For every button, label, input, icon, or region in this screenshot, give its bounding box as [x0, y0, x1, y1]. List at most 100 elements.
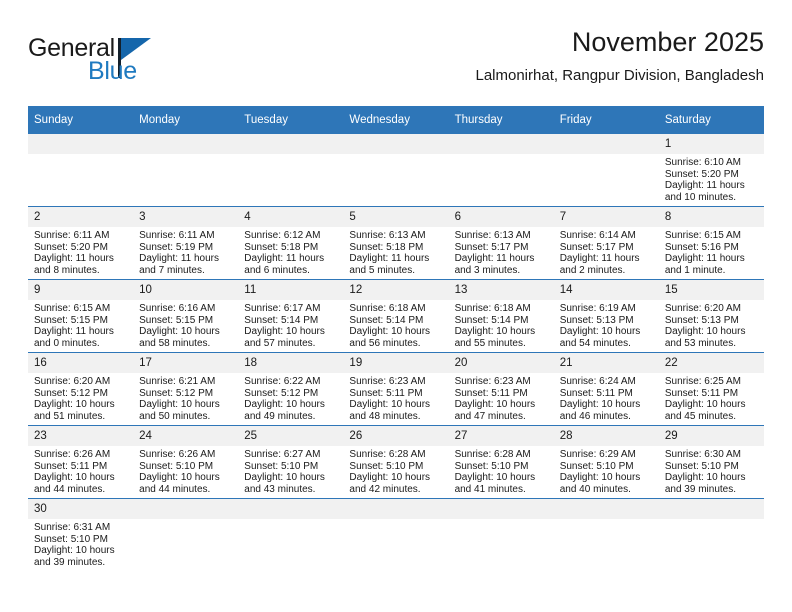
day-number: 28: [553, 426, 659, 446]
calendar-day-cell[interactable]: 22 Sunrise: 6:25 AM Sunset: 5:11 PM Dayligh…: [658, 352, 764, 426]
day-details: Sunrise: 6:23 AM Sunset: 5:11 PM Daylight:…: [449, 373, 554, 422]
day-details: [449, 154, 554, 157]
day-detail-line: Daylight: 10 hours: [349, 326, 431, 338]
day-number: 27: [448, 426, 554, 446]
day-number: 17: [133, 353, 239, 373]
calendar-day-cell[interactable]: 17 Sunrise: 6:21 AM Sunset: 5:12 PM Dayligh…: [133, 352, 239, 426]
calendar-day-cell[interactable]: 25 Sunrise: 6:27 AM Sunset: 5:10 PM Dayligh…: [238, 425, 344, 499]
calendar-day-cell[interactable]: 7 Sunrise: 6:14 AM Sunset: 5:17 PM Daylight…: [553, 206, 659, 280]
calendar-day-cell[interactable]: 10 Sunrise: 6:16 AM Sunset: 5:15 PM Dayligh…: [133, 279, 239, 353]
day-detail-line: Daylight: 10 hours: [34, 545, 115, 557]
day-details: Sunrise: 6:27 AM Sunset: 5:10 PM Daylight:…: [238, 446, 343, 495]
calendar-cell-empty: [238, 498, 344, 571]
calendar-day-cell[interactable]: 28 Sunrise: 6:29 AM Sunset: 5:10 PM Dayligh…: [553, 425, 659, 499]
day-number: 24: [133, 426, 239, 446]
day-details: Sunrise: 6:12 AM Sunset: 5:18 PM Daylight:…: [238, 227, 343, 276]
day-detail-line: Sunrise: 6:20 AM: [34, 376, 111, 387]
day-detail-line: Sunset: 5:12 PM: [244, 387, 319, 399]
calendar-cell-empty: [343, 498, 449, 571]
day-number: 10: [133, 280, 239, 300]
day-details: [449, 519, 554, 522]
day-details: [554, 154, 659, 157]
calendar-day-cell[interactable]: 27 Sunrise: 6:28 AM Sunset: 5:10 PM Dayligh…: [448, 425, 554, 499]
title-block: November 2025 Lalmonirhat, Rangpur Divis…: [475, 26, 764, 86]
calendar-day-cell[interactable]: 26 Sunrise: 6:28 AM Sunset: 5:10 PM Dayligh…: [343, 425, 449, 499]
logo-text-blue: Blue: [88, 57, 137, 85]
calendar-day-cell[interactable]: 23 Sunrise: 6:26 AM Sunset: 5:11 PM Dayligh…: [28, 425, 134, 499]
calendar-day-cell[interactable]: 29 Sunrise: 6:30 AM Sunset: 5:10 PM Dayligh…: [658, 425, 764, 499]
day-detail-line: Daylight: 10 hours: [349, 399, 431, 411]
day-detail-line: and 5 minutes.: [349, 264, 416, 276]
day-number: 12: [343, 280, 449, 300]
day-detail-line: Sunrise: 6:11 AM: [139, 230, 215, 241]
day-detail-line: Sunrise: 6:26 AM: [139, 449, 216, 460]
day-detail-line: Sunset: 5:11 PM: [34, 460, 108, 472]
weekday-saturday: Saturday: [658, 106, 764, 134]
day-details: Sunrise: 6:30 AM Sunset: 5:10 PM Daylight:…: [659, 446, 764, 495]
day-detail-line: Sunset: 5:10 PM: [349, 460, 424, 472]
day-number: [238, 499, 344, 519]
day-details: [554, 519, 659, 522]
day-details: Sunrise: 6:14 AM Sunset: 5:17 PM Daylight:…: [554, 227, 659, 276]
day-detail-line: and 51 minutes.: [34, 410, 106, 422]
day-detail-line: Sunset: 5:17 PM: [559, 241, 634, 253]
page-subtitle: Lalmonirhat, Rangpur Division, Banglades…: [475, 67, 764, 84]
calendar-day-cell[interactable]: 21 Sunrise: 6:24 AM Sunset: 5:11 PM Dayligh…: [553, 352, 659, 426]
day-detail-line: Sunset: 5:10 PM: [34, 533, 108, 545]
calendar-week-row: 9 Sunrise: 6:15 AM Sunset: 5:15 PM Daylight…: [28, 279, 764, 353]
calendar-day-cell[interactable]: 2 Sunrise: 6:11 AM Sunset: 5:20 PM Daylight…: [28, 206, 134, 280]
day-detail-line: Daylight: 10 hours: [559, 326, 641, 338]
calendar-cell-empty: [553, 498, 659, 571]
day-detail-line: Daylight: 10 hours: [559, 399, 641, 411]
day-detail-line: Sunset: 5:12 PM: [139, 387, 214, 399]
day-detail-line: Sunset: 5:15 PM: [34, 314, 108, 326]
day-number: 8: [658, 207, 764, 227]
day-detail-line: and 50 minutes.: [139, 410, 211, 422]
calendar-day-cell[interactable]: 16 Sunrise: 6:20 AM Sunset: 5:12 PM Dayligh…: [28, 352, 134, 426]
calendar-day-cell[interactable]: 5 Sunrise: 6:13 AM Sunset: 5:18 PM Daylight…: [343, 206, 449, 280]
day-number: 29: [658, 426, 764, 446]
calendar-day-cell[interactable]: 4 Sunrise: 6:12 AM Sunset: 5:18 PM Daylight…: [238, 206, 344, 280]
calendar-day-cell[interactable]: 19 Sunrise: 6:23 AM Sunset: 5:11 PM Dayligh…: [343, 352, 449, 426]
day-detail-line: Sunset: 5:12 PM: [34, 387, 108, 399]
day-detail-line: Sunset: 5:15 PM: [139, 314, 214, 326]
calendar-day-cell[interactable]: 8 Sunrise: 6:15 AM Sunset: 5:16 PM Daylight…: [658, 206, 764, 280]
day-detail-line: Sunrise: 6:27 AM: [244, 449, 321, 460]
calendar-day-cell[interactable]: 9 Sunrise: 6:15 AM Sunset: 5:15 PM Daylight…: [28, 279, 134, 353]
day-detail-line: and 58 minutes.: [139, 337, 211, 349]
calendar-day-cell[interactable]: 12 Sunrise: 6:18 AM Sunset: 5:14 PM Dayligh…: [343, 279, 449, 353]
calendar-day-cell[interactable]: 3 Sunrise: 6:11 AM Sunset: 5:19 PM Daylight…: [133, 206, 239, 280]
day-detail-line: Daylight: 11 hours: [349, 253, 430, 265]
day-number: 26: [343, 426, 449, 446]
calendar-week-row: 23 Sunrise: 6:26 AM Sunset: 5:11 PM Dayligh…: [28, 425, 764, 499]
day-detail-line: Sunset: 5:14 PM: [244, 314, 319, 326]
calendar-day-cell[interactable]: 18 Sunrise: 6:22 AM Sunset: 5:12 PM Dayligh…: [238, 352, 344, 426]
calendar-day-cell[interactable]: 1 Sunrise: 6:10 AM Sunset: 5:20 PM Daylight…: [658, 134, 764, 207]
day-number: [28, 134, 134, 154]
day-number: 25: [238, 426, 344, 446]
day-number: 9: [28, 280, 134, 300]
calendar-cell-empty: [553, 134, 659, 207]
day-details: Sunrise: 6:20 AM Sunset: 5:12 PM Daylight:…: [28, 373, 133, 422]
day-detail-line: Daylight: 10 hours: [139, 399, 220, 411]
day-detail-line: Daylight: 10 hours: [34, 472, 115, 484]
day-number: [553, 499, 659, 519]
day-details: [343, 519, 448, 522]
calendar-week-row: 1 Sunrise: 6:10 AM Sunset: 5:20 PM Daylight…: [28, 134, 764, 207]
day-detail-line: and 40 minutes.: [559, 483, 631, 495]
calendar-day-cell[interactable]: 6 Sunrise: 6:13 AM Sunset: 5:17 PM Daylight…: [448, 206, 554, 280]
calendar-day-cell[interactable]: 15 Sunrise: 6:20 AM Sunset: 5:13 PM Dayligh…: [658, 279, 764, 353]
calendar-day-cell[interactable]: 11 Sunrise: 6:17 AM Sunset: 5:14 PM Dayligh…: [238, 279, 344, 353]
day-detail-line: Sunset: 5:10 PM: [454, 460, 529, 472]
day-details: Sunrise: 6:15 AM Sunset: 5:16 PM Daylight:…: [659, 227, 764, 276]
calendar-day-cell[interactable]: 20 Sunrise: 6:23 AM Sunset: 5:11 PM Dayligh…: [448, 352, 554, 426]
calendar-day-cell[interactable]: 13 Sunrise: 6:18 AM Sunset: 5:14 PM Dayligh…: [448, 279, 554, 353]
calendar-day-cell[interactable]: 24 Sunrise: 6:26 AM Sunset: 5:10 PM Dayligh…: [133, 425, 239, 499]
calendar-day-cell[interactable]: 14 Sunrise: 6:19 AM Sunset: 5:13 PM Dayligh…: [553, 279, 659, 353]
day-number: 19: [343, 353, 449, 373]
calendar-day-cell[interactable]: 30 Sunrise: 6:31 AM Sunset: 5:10 PM Dayligh…: [28, 498, 134, 571]
day-detail-line: Daylight: 10 hours: [244, 326, 325, 338]
general-blue-logo[interactable]: General Blue: [28, 34, 208, 90]
weekday-monday: Monday: [133, 106, 239, 134]
day-detail-line: and 43 minutes.: [244, 483, 316, 495]
